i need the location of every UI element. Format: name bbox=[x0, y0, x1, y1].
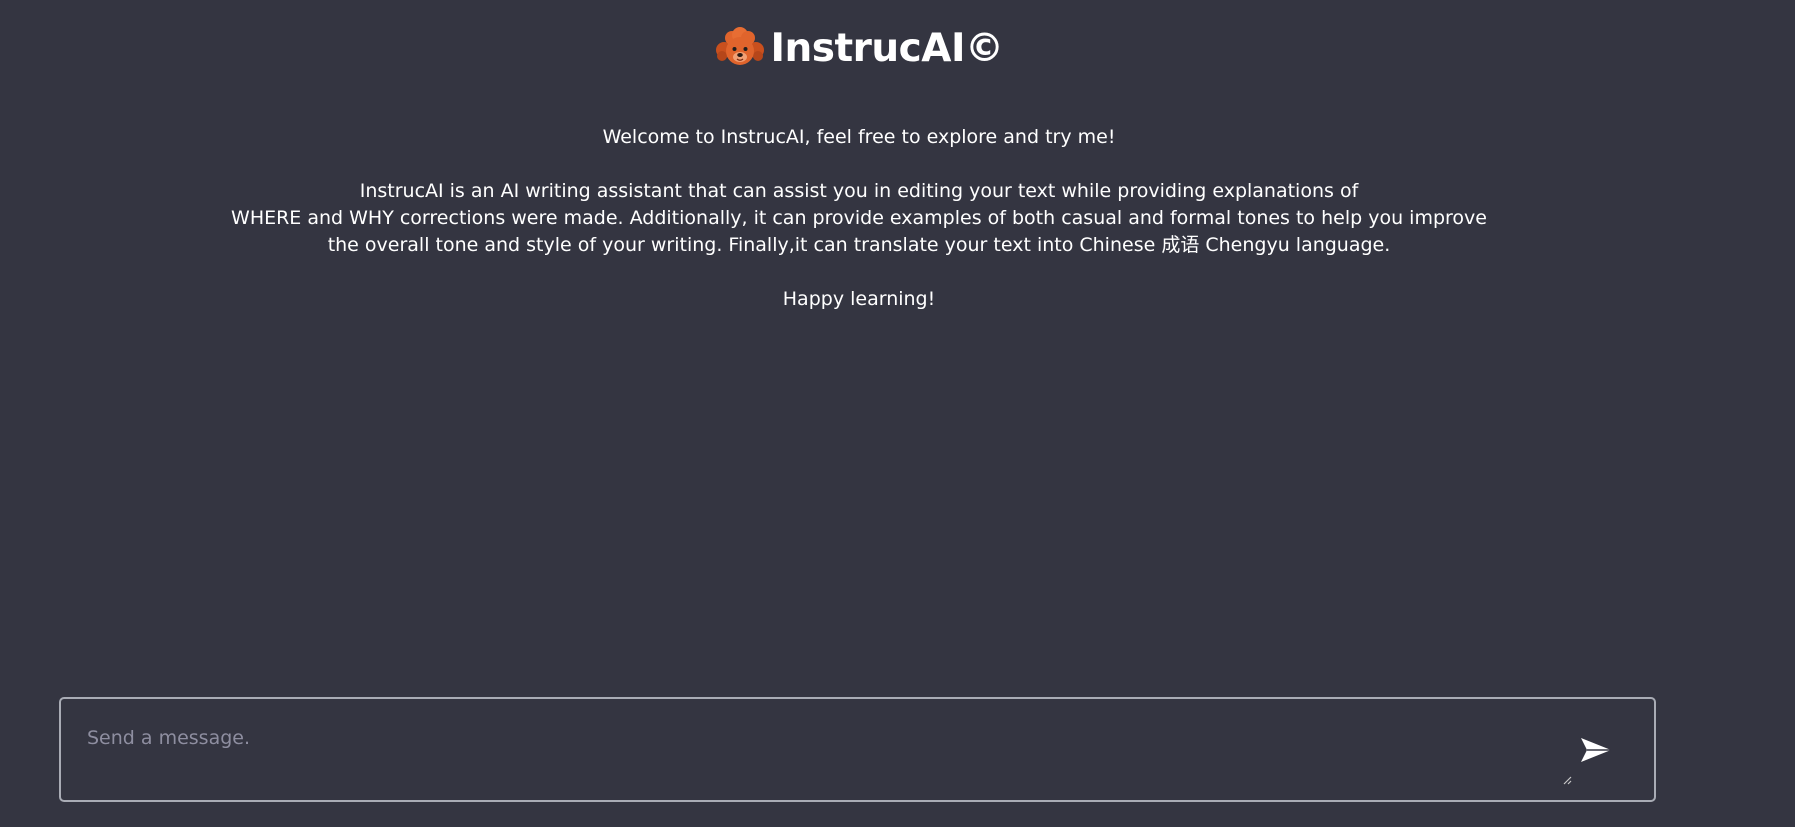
description-line: the overall tone and style of your writi… bbox=[327, 234, 1391, 256]
app-title: InstrucAI© bbox=[770, 25, 1004, 71]
message-composer bbox=[59, 697, 1656, 802]
closing-message: Happy learning! bbox=[782, 288, 936, 310]
app-header: InstrucAI© bbox=[0, 26, 1718, 70]
paper-plane-send-icon bbox=[1581, 738, 1611, 762]
intro-text: Welcome to InstrucAI, feel free to explo… bbox=[0, 124, 1718, 313]
poodle-dog-emoji-icon bbox=[715, 27, 764, 65]
welcome-message: Welcome to InstrucAI, feel free to explo… bbox=[602, 126, 1116, 148]
message-input[interactable] bbox=[61, 699, 1654, 800]
chat-app: InstrucAI© Welcome to InstrucAI, feel fr… bbox=[0, 0, 1795, 827]
send-button[interactable] bbox=[1578, 735, 1614, 765]
description-line: WHERE and WHY corrections were made. Add… bbox=[231, 207, 1487, 229]
resize-grip-icon[interactable] bbox=[1562, 775, 1572, 785]
description-line: InstrucAI is an AI writing assistant tha… bbox=[359, 180, 1359, 202]
